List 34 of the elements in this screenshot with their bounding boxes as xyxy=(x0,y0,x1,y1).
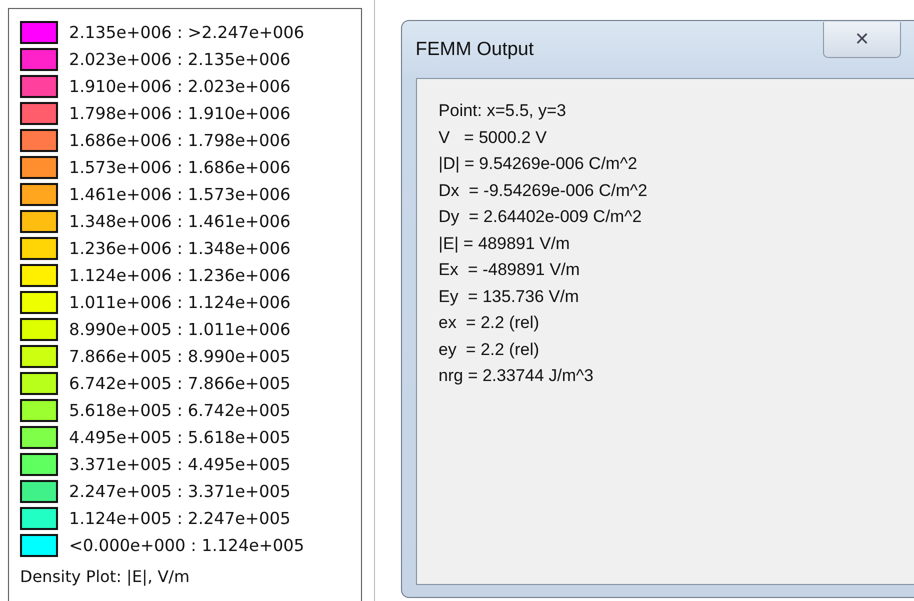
range-label: 4.495e+005 : 5.618e+005 xyxy=(69,428,290,447)
range-label: 6.742e+005 : 7.866e+005 xyxy=(69,374,290,393)
output-line: nrg = 2.33744 J/m^3 xyxy=(438,366,594,387)
output-line: |D| = 9.54269e-006 C/m^2 xyxy=(438,154,638,175)
range-label: 8.990e+005 : 1.011e+006 xyxy=(69,320,290,339)
range-label: 2.135e+006 : >2.247e+006 xyxy=(69,23,304,42)
output-line: |E| = 489891 V/m xyxy=(438,234,571,255)
range-label: 7.866e+005 : 8.990e+005 xyxy=(69,347,290,366)
legend-caption: Density Plot: |E|, V/m xyxy=(20,567,191,586)
output-line: Point: x=5.5, y=3 xyxy=(438,101,568,122)
range-label: 1.461e+006 : 1.573e+006 xyxy=(69,185,290,204)
range-label: 2.023e+006 : 2.135e+006 xyxy=(69,50,290,69)
range-label: 1.573e+006 : 1.686e+006 xyxy=(69,158,290,177)
range-label: 1.348e+006 : 1.461e+006 xyxy=(69,212,290,231)
range-label: <0.000e+000 : 1.124e+005 xyxy=(69,536,304,555)
range-label: 2.247e+005 : 3.371e+005 xyxy=(69,482,290,501)
range-label: 5.618e+005 : 6.742e+005 xyxy=(69,401,290,420)
output-line: Ex = -489891 V/m xyxy=(438,260,581,281)
range-label: 1.686e+006 : 1.798e+006 xyxy=(69,131,290,150)
range-label: 1.124e+005 : 2.247e+005 xyxy=(69,509,290,528)
output-line: V = 5000.2 V xyxy=(438,128,548,148)
output-line: Dy = 2.64402e-009 C/m^2 xyxy=(438,207,643,228)
close-button[interactable]: ✕ xyxy=(823,22,901,58)
range-label: 1.798e+006 : 1.910e+006 xyxy=(69,104,290,123)
output-line: Dx = -9.54269e-006 C/m^2 xyxy=(438,180,648,202)
range-label: 1.236e+006 : 1.348e+006 xyxy=(69,239,290,258)
range-label: 1.910e+006 : 2.023e+006 xyxy=(69,77,290,96)
window-title: FEMM Output xyxy=(416,39,535,61)
range-label: 1.011e+006 : 1.124e+006 xyxy=(69,293,290,312)
range-label: 1.124e+006 : 1.236e+006 xyxy=(69,266,290,285)
output-line: Ey = 135.736 V/m xyxy=(438,286,580,308)
output-line: ex = 2.2 (rel) xyxy=(438,313,540,334)
output-line: ey = 2.2 (rel) xyxy=(438,340,540,360)
range-label: 3.371e+005 : 4.495e+005 xyxy=(69,455,290,474)
